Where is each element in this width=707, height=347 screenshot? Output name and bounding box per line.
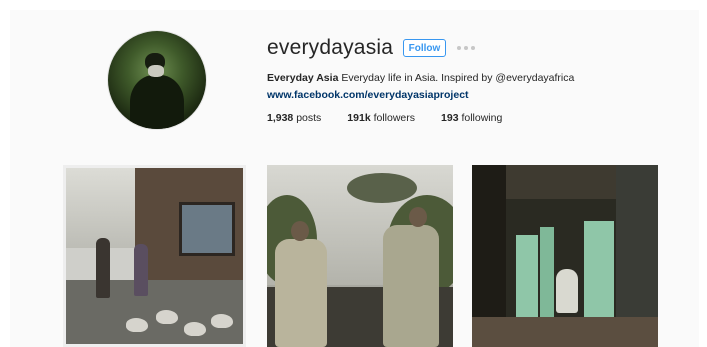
- following-count: 193: [441, 112, 459, 124]
- profile-website-link[interactable]: www.facebook.com/everydayasiaproject: [267, 89, 469, 101]
- profile-avatar[interactable]: [108, 31, 206, 129]
- profile-bio: Everyday Asia Everyday life in Asia. Ins…: [267, 72, 574, 84]
- ellipsis-icon[interactable]: [457, 45, 475, 51]
- posts-label: posts: [293, 112, 322, 124]
- profile-username: everydayasia: [267, 36, 394, 59]
- post-thumbnail-3[interactable]: [472, 165, 658, 347]
- following-stat[interactable]: 193 following: [441, 112, 502, 124]
- profile-page: everydayasia Follow Everyday Asia Everyd…: [10, 10, 699, 347]
- followers-label: followers: [370, 112, 416, 124]
- avatar-figure-mask: [148, 65, 164, 77]
- followers-stat[interactable]: 191k followers: [347, 112, 415, 124]
- bio-text: Everyday life in Asia. Inspired by @ever…: [338, 72, 575, 84]
- followers-count: 191k: [347, 112, 371, 124]
- post-thumbnail-1[interactable]: [63, 165, 246, 347]
- avatar-figure-body: [130, 75, 184, 129]
- posts-stat: 1,938 posts: [267, 112, 321, 124]
- posts-count: 1,938: [267, 112, 294, 124]
- bio-full-name: Everyday Asia: [267, 72, 339, 84]
- profile-stats: 1,938 posts 191k followers 193 following: [267, 112, 528, 124]
- post-thumbnail-2[interactable]: [267, 165, 453, 347]
- follow-button[interactable]: Follow: [403, 39, 446, 57]
- following-label: following: [458, 112, 503, 124]
